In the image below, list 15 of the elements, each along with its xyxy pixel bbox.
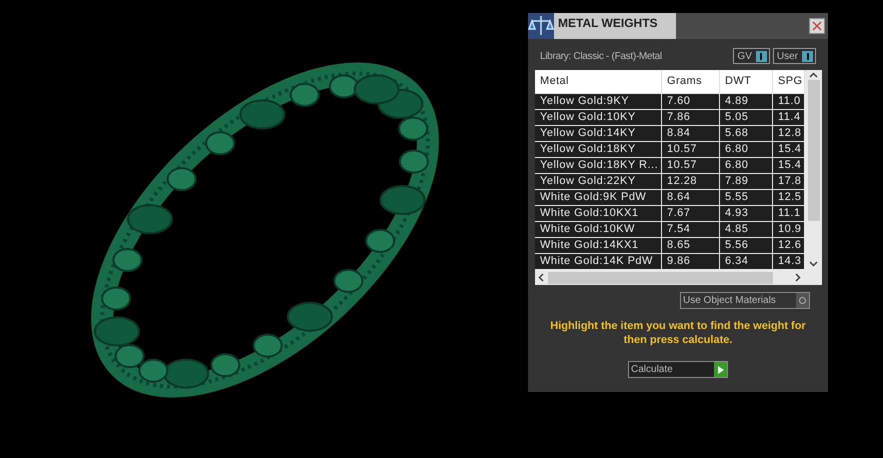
vertical-scrollbar[interactable] [805, 70, 822, 269]
toggle-button[interactable]: User [772, 48, 816, 64]
library-label: Library: Classic - (Fast)-Metal [540, 50, 662, 64]
instruction-text: Highlight the item you want to find the weight for then press calculate. [549, 319, 807, 347]
close-button[interactable] [809, 18, 825, 34]
play-icon [718, 366, 724, 374]
calculate-button[interactable]: Calculate [628, 361, 728, 378]
window-title: METAL WEIGHTS [554, 13, 676, 39]
toggle-button[interactable]: GV [733, 48, 770, 64]
scale-icon [528, 13, 554, 39]
table-cell: 6.34 [720, 254, 773, 269]
table-cell: White Gold:14K PdW [535, 254, 662, 269]
close-icon [812, 21, 822, 31]
table-cell: 9.86 [662, 254, 720, 269]
use-object-materials-toggle[interactable]: Use Object Materials [680, 292, 810, 309]
